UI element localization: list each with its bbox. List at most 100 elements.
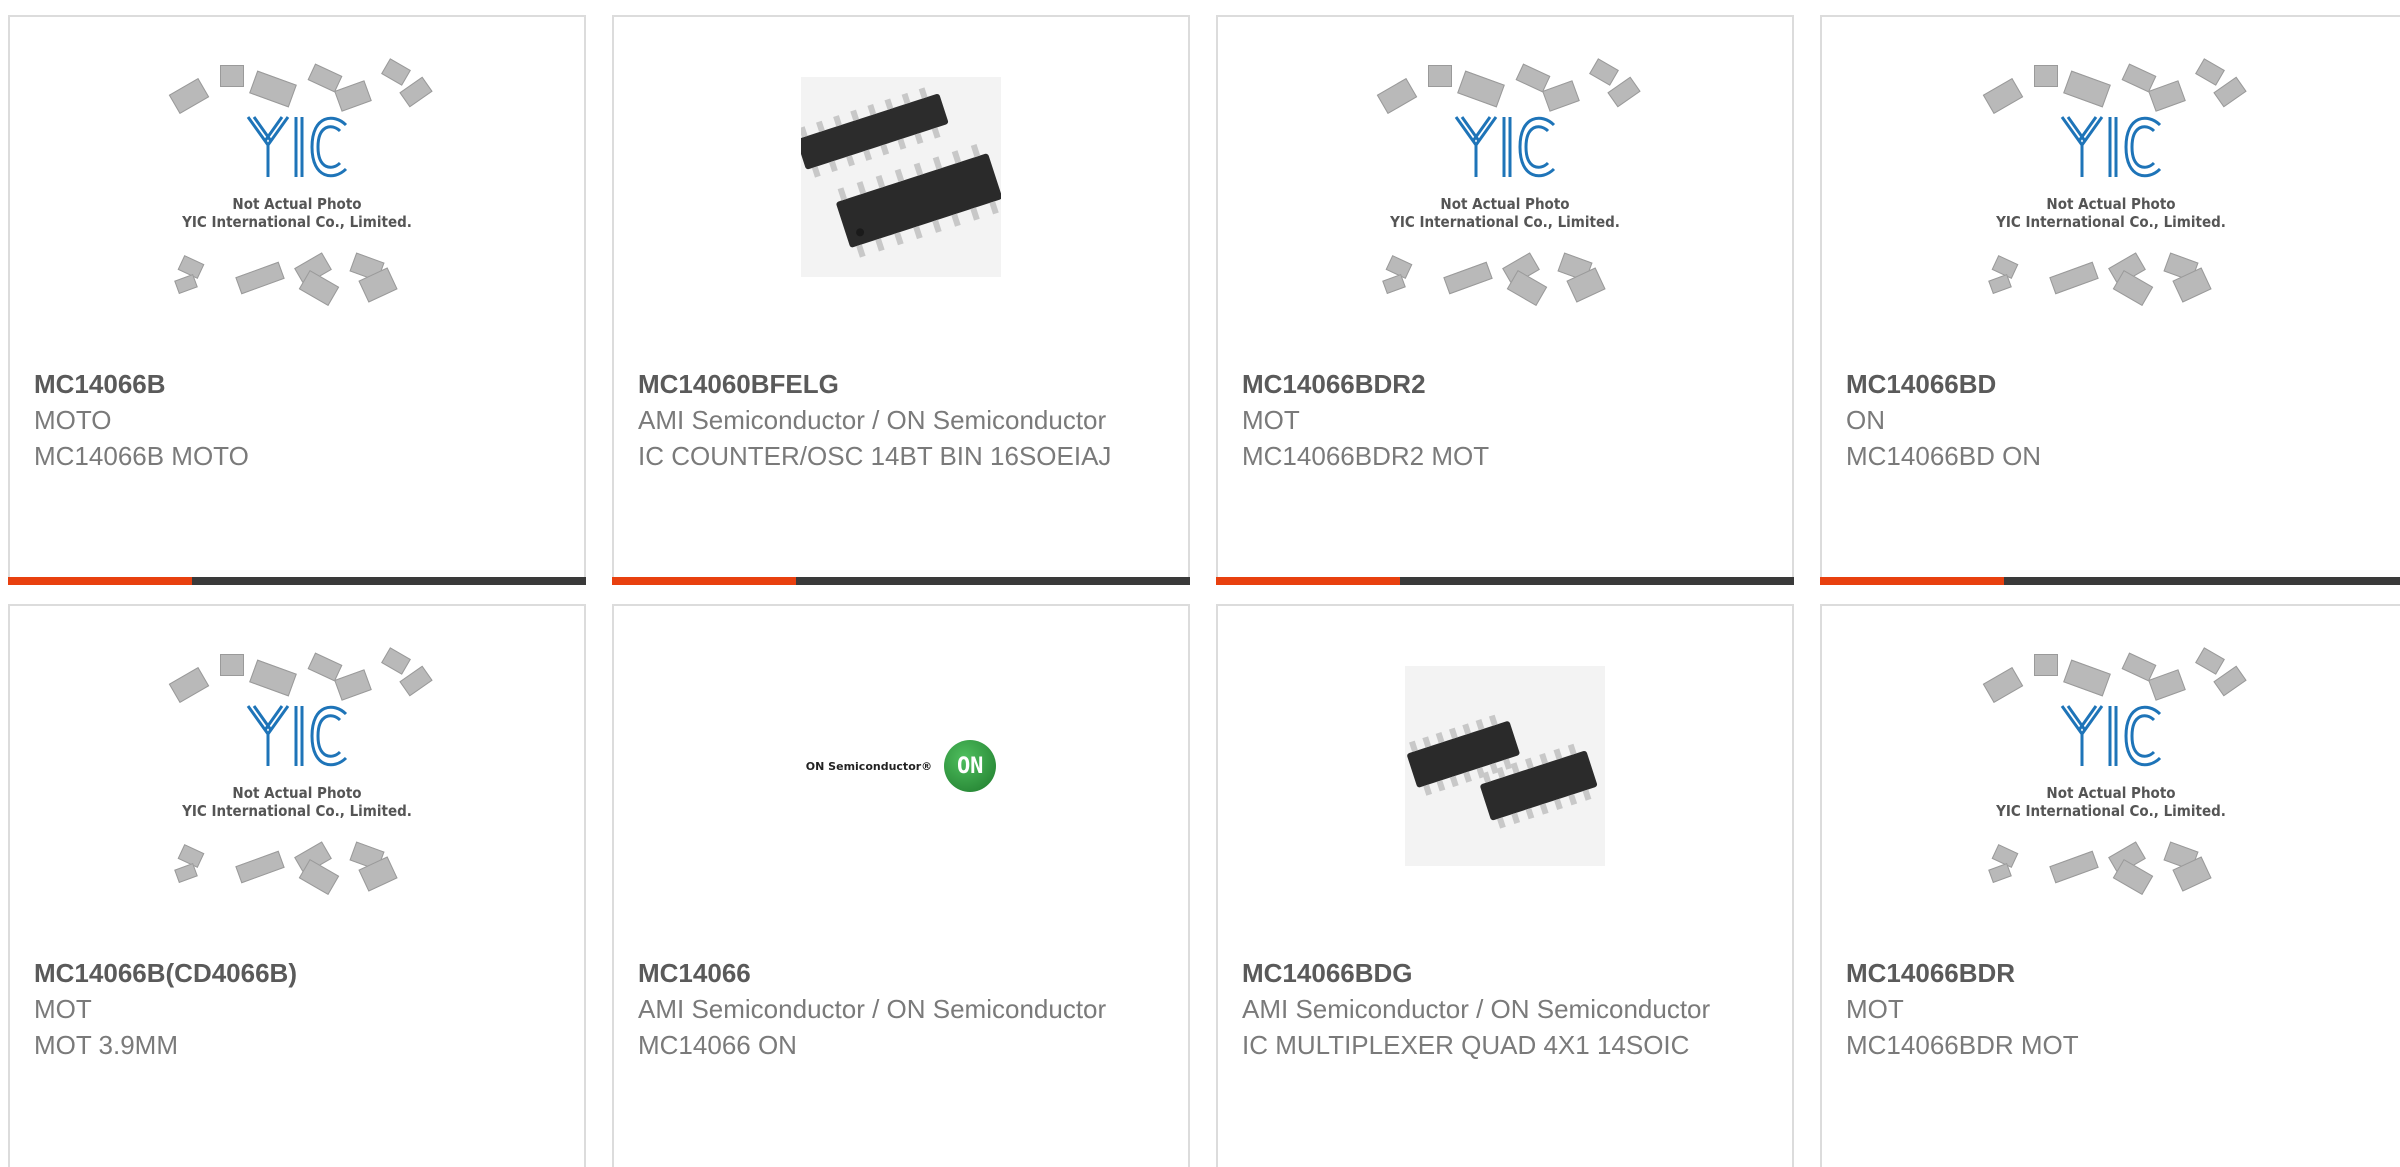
manufacturer: AMI Semiconductor / ON Semiconductor xyxy=(638,994,1107,1024)
product-card[interactable]: Not Actual Photo YIC International Co., … xyxy=(8,604,586,1167)
description: IC COUNTER/OSC 14BT BIN 16SOEIAJ xyxy=(638,441,1112,471)
product-image[interactable]: Not Actual Photo YIC International Co., … xyxy=(10,606,584,926)
product-grid: Not Actual Photo YIC International Co., … xyxy=(0,0,2400,1167)
chip-graphic xyxy=(381,647,411,675)
product-image[interactable]: Not Actual Photo YIC International Co., … xyxy=(1822,17,2400,337)
chip-graphic xyxy=(2195,647,2225,675)
chip-row xyxy=(1976,646,2247,704)
chip-row xyxy=(1976,57,2247,115)
manufacturer: AMI Semiconductor / ON Semiconductor xyxy=(638,405,1107,435)
manufacturer: AMI Semiconductor / ON Semiconductor xyxy=(1242,994,1711,1024)
chip-graphic xyxy=(249,659,297,697)
ic-chip-photo xyxy=(801,77,1001,277)
chip-graphic xyxy=(220,65,244,87)
product-card[interactable]: Not Actual Photo YIC International Co., … xyxy=(1216,15,1794,585)
placeholder-image: Not Actual Photo YIC International Co., … xyxy=(1976,57,2247,307)
chip-graphic xyxy=(381,58,411,86)
manufacturer: MOT xyxy=(34,994,92,1024)
manufacturer: MOT xyxy=(1846,994,1904,1024)
part-number[interactable]: MC14066B xyxy=(34,366,560,402)
chip-graphic xyxy=(2195,58,2225,86)
card-accent xyxy=(8,577,192,585)
chip-row xyxy=(1370,57,1641,115)
part-number[interactable]: MC14066BDG xyxy=(1242,955,1768,991)
chip-graphic xyxy=(2121,63,2157,93)
description: MC14066BDR2 MOT xyxy=(1242,441,1490,471)
chip-graphic xyxy=(2034,65,2058,87)
chip-graphic xyxy=(1988,863,2012,883)
placeholder-caption-1: Not Actual Photo xyxy=(2046,784,2176,802)
placeholder-image: Not Actual Photo YIC International Co., … xyxy=(1976,646,2247,896)
product-image[interactable] xyxy=(614,17,1188,337)
product-card[interactable]: Not Actual Photo YIC International Co., … xyxy=(8,15,586,585)
description: MC14066BD ON xyxy=(1846,441,2042,471)
part-number[interactable]: MC14066BDR xyxy=(1846,955,2376,991)
part-number[interactable]: MC14066BDR2 xyxy=(1242,366,1768,402)
chip-graphic xyxy=(1382,274,1406,294)
chip-graphic xyxy=(307,652,343,682)
product-card[interactable]: MC14060BFELG AMI Semiconductor / ON Semi… xyxy=(612,15,1190,585)
chip-graphic xyxy=(1515,63,1551,93)
card-bottom-bar xyxy=(1216,577,1794,585)
placeholder-image: Not Actual Photo YIC International Co., … xyxy=(162,57,433,307)
chip-graphic xyxy=(307,63,343,93)
chip-row xyxy=(1976,247,2246,307)
chip-graphic xyxy=(2034,654,2058,676)
card-bottom-bar xyxy=(612,577,1190,585)
on-semiconductor-logo: ON Semiconductor® ON xyxy=(805,740,997,792)
part-number[interactable]: MC14060BFELG xyxy=(638,366,1164,402)
product-card[interactable]: Not Actual Photo YIC International Co., … xyxy=(1820,15,2400,585)
part-number[interactable]: MC14066B(CD4066B) xyxy=(34,955,560,991)
product-image[interactable] xyxy=(1218,606,1792,926)
card-bottom-bar xyxy=(1820,577,2400,585)
chip-graphic xyxy=(174,863,198,883)
product-image[interactable]: ON Semiconductor® ON xyxy=(614,606,1188,926)
manufacturer: MOT xyxy=(1242,405,1300,435)
chip-graphic xyxy=(235,850,285,884)
yic-logo-icon xyxy=(246,705,348,767)
chip-graphic xyxy=(249,70,297,108)
product-card[interactable]: ON Semiconductor® ON MC14066 AMI Semicon… xyxy=(612,604,1190,1167)
yic-logo-icon xyxy=(1454,116,1556,178)
chip-graphic xyxy=(1542,80,1580,112)
placeholder-caption-1: Not Actual Photo xyxy=(232,195,362,213)
chip-graphic xyxy=(1443,261,1493,295)
product-image[interactable]: Not Actual Photo YIC International Co., … xyxy=(1218,17,1792,337)
chip-graphic xyxy=(1428,65,1452,87)
part-number[interactable]: MC14066 xyxy=(638,955,1164,991)
chip-row xyxy=(1370,247,1640,307)
chip-graphic xyxy=(174,274,198,294)
manufacturer: MOTO xyxy=(34,405,112,435)
chip-graphic xyxy=(334,80,372,112)
card-accent xyxy=(1820,577,2004,585)
on-logo-word: ON Semiconductor® xyxy=(805,759,933,773)
product-card[interactable]: Not Actual Photo YIC International Co., … xyxy=(1820,604,2400,1167)
chip-row xyxy=(1976,836,2246,896)
chip-graphic xyxy=(334,669,372,701)
chip-graphic xyxy=(1376,77,1418,115)
card-accent xyxy=(1216,577,1400,585)
chip-graphic xyxy=(2148,669,2186,701)
yic-logo-icon xyxy=(2060,116,2162,178)
part-number[interactable]: MC14066BD xyxy=(1846,366,2376,402)
product-image[interactable]: Not Actual Photo YIC International Co., … xyxy=(1822,606,2400,926)
product-image[interactable]: Not Actual Photo YIC International Co., … xyxy=(10,17,584,337)
description: MC14066BDR MOT xyxy=(1846,1030,2079,1060)
placeholder-caption-2: YIC International Co., Limited. xyxy=(182,802,412,820)
chip-row xyxy=(162,57,433,115)
chip-graphic xyxy=(168,77,210,115)
placeholder-caption-2: YIC International Co., Limited. xyxy=(1996,213,2226,231)
chip-graphic xyxy=(1457,70,1505,108)
chip-graphic xyxy=(2148,80,2186,112)
placeholder-image: Not Actual Photo YIC International Co., … xyxy=(1370,57,1641,307)
chip-graphic xyxy=(1982,77,2024,115)
product-card[interactable]: MC14066BDG AMI Semiconductor / ON Semico… xyxy=(1216,604,1794,1167)
description: MOT 3.9MM xyxy=(34,1030,178,1060)
yic-logo-icon xyxy=(2060,705,2162,767)
ic-chip-photo xyxy=(1405,666,1605,866)
description: MC14066B MOTO xyxy=(34,441,249,471)
placeholder-caption-1: Not Actual Photo xyxy=(2046,195,2176,213)
on-logo-mark-icon: ON xyxy=(944,740,997,792)
placeholder-caption-1: Not Actual Photo xyxy=(1440,195,1570,213)
chip-graphic xyxy=(2063,70,2111,108)
